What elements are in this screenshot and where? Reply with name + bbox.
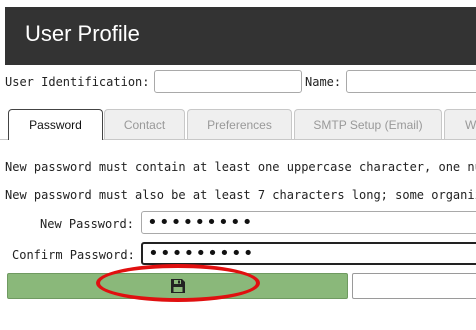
confirm-password-label: Confirm Password: [12, 248, 135, 262]
user-identification-label: User Identification: [5, 75, 150, 89]
tab-w[interactable]: W [444, 109, 476, 139]
secondary-button[interactable] [352, 273, 476, 299]
name-input[interactable] [346, 70, 476, 93]
page-title: User Profile [25, 21, 140, 46]
user-identification-input[interactable] [154, 70, 302, 93]
new-password-label: New Password: [40, 217, 134, 231]
save-button[interactable] [7, 273, 348, 299]
floppy-disk-icon [170, 279, 185, 293]
name-label: Name: [305, 75, 342, 89]
confirm-password-input[interactable] [141, 242, 476, 265]
tab-smtp-setup[interactable]: SMTP Setup (Email) [294, 109, 442, 139]
tab-contact[interactable]: Contact [104, 109, 185, 139]
password-help-text-2: New password must also be at least 7 cha… [5, 188, 476, 202]
new-password-input[interactable] [141, 211, 476, 234]
tab-password[interactable]: Password [8, 109, 103, 140]
password-help-text-1: New password must contain at least one u… [5, 160, 476, 174]
tab-preferences[interactable]: Preferences [187, 109, 292, 139]
page-header: User Profile [5, 7, 476, 65]
